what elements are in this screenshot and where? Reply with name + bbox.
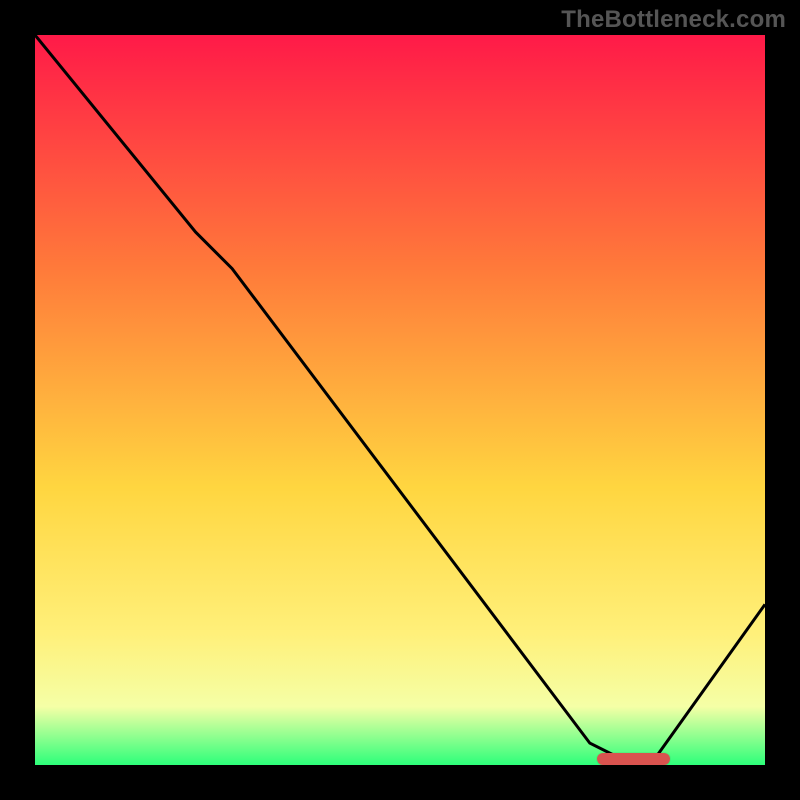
- plot-area: [35, 35, 765, 765]
- watermark-text: TheBottleneck.com: [561, 6, 786, 34]
- chart-svg: [35, 35, 765, 765]
- optimum-marker: [597, 753, 670, 765]
- gradient-background: [35, 35, 765, 765]
- chart-frame: TheBottleneck.com: [0, 0, 800, 800]
